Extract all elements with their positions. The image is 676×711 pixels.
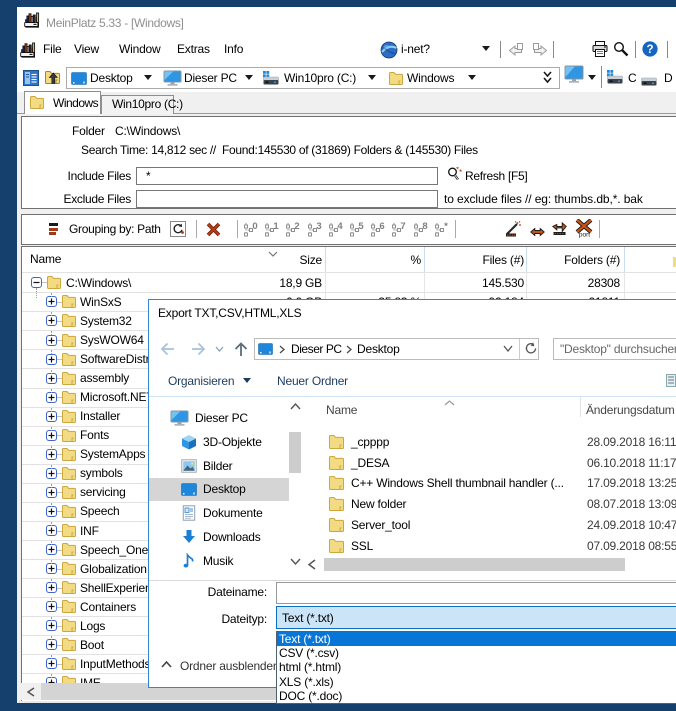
svg-text:*: *	[444, 221, 448, 232]
svg-text:8: 8	[422, 221, 427, 232]
svg-text:*: *	[459, 168, 462, 177]
svg-text:3: 3	[316, 221, 321, 232]
svg-text:7: 7	[400, 221, 405, 232]
svg-text:port: port	[579, 232, 590, 239]
svg-text:5: 5	[358, 221, 364, 232]
svg-text:6: 6	[379, 221, 384, 232]
svg-text:?: ?	[646, 44, 653, 56]
svg-text:1: 1	[273, 221, 279, 232]
svg-text:0: 0	[252, 221, 257, 232]
svg-text:2: 2	[294, 221, 299, 232]
svg-text:4: 4	[337, 221, 343, 232]
